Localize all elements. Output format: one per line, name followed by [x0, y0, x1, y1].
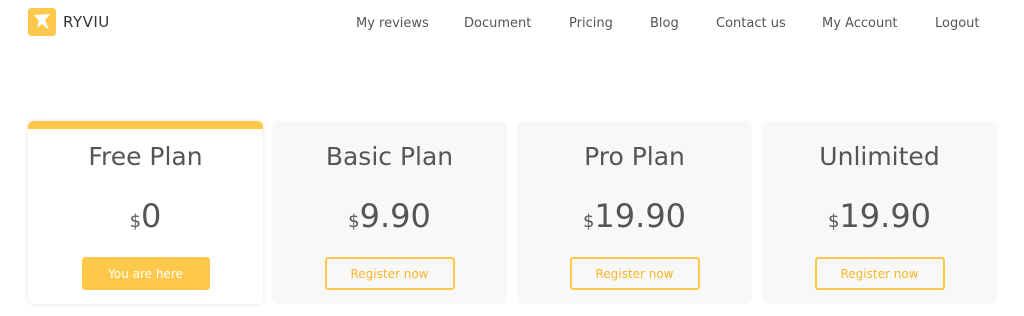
- register-button[interactable]: Register now: [814, 257, 945, 290]
- price-amount: 19.90: [594, 197, 687, 235]
- nav-item-pricing[interactable]: Pricing: [569, 16, 613, 32]
- nav-item-contact-us[interactable]: Contact us: [716, 16, 786, 32]
- register-button[interactable]: Register now: [569, 257, 700, 290]
- nav-item-my-account[interactable]: My Account: [822, 16, 898, 32]
- plan-card-pro: Pro Plan $19.90 Register now: [517, 121, 752, 304]
- pricing-page: RYVIU My reviews Document Pricing Blog C…: [0, 0, 1024, 316]
- plan-card-free: Free Plan $0 You are here: [28, 121, 263, 304]
- price-amount: 19.90: [839, 197, 932, 235]
- plan-price: $19.90: [517, 196, 752, 242]
- main-nav: My reviews Document Pricing Blog Contact…: [0, 16, 1024, 32]
- price-currency: $: [582, 211, 595, 232]
- price-currency: $: [827, 211, 840, 232]
- plan-name: Basic Plan: [325, 142, 454, 171]
- plan-card-basic: Basic Plan $9.90 Register now: [272, 121, 507, 304]
- nav-item-my-reviews[interactable]: My reviews: [356, 16, 429, 32]
- plan-name: Unlimited: [819, 142, 940, 171]
- nav-item-blog[interactable]: Blog: [650, 16, 679, 32]
- plan-card-unlimited: Unlimited $19.90 Register now: [762, 121, 997, 304]
- plan-name: Pro Plan: [584, 142, 685, 171]
- plan-price: $19.90: [762, 196, 997, 242]
- register-button[interactable]: Register now: [324, 257, 455, 290]
- price-currency: $: [129, 211, 142, 232]
- price-currency: $: [348, 211, 360, 232]
- plan-price: $0: [28, 196, 263, 242]
- nav-item-logout[interactable]: Logout: [935, 16, 980, 32]
- price-amount: 0: [141, 197, 162, 235]
- plan-price: $9.90: [272, 196, 507, 242]
- nav-item-document[interactable]: Document: [464, 16, 531, 32]
- price-amount: 9.90: [359, 197, 431, 235]
- current-plan-button[interactable]: You are here: [81, 257, 210, 290]
- plan-name: Free Plan: [88, 142, 203, 171]
- site-header: RYVIU My reviews Document Pricing Blog C…: [0, 0, 1024, 48]
